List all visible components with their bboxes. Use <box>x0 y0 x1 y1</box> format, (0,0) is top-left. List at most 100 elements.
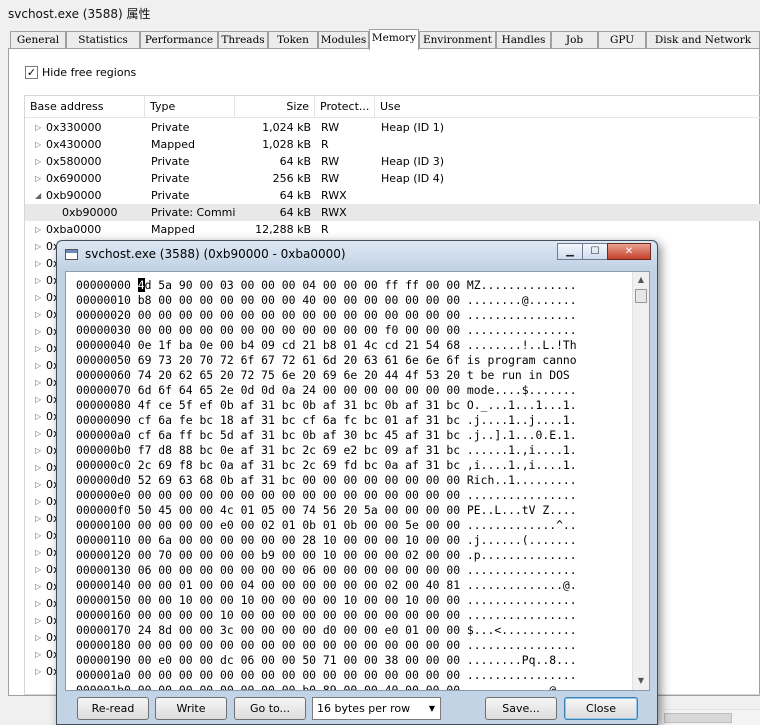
hex-line[interactable]: 00000130 06 00 00 00 00 00 00 00 06 00 0… <box>76 563 577 578</box>
hex-bytes[interactable]: cf 6a fe bc 18 af 31 bc cf 6a fc bc 01 a… <box>138 413 460 427</box>
expand-arrow-icon[interactable]: ▷ <box>35 255 45 272</box>
bytes-per-row-select[interactable]: 16 bytes per row ▼ <box>312 697 441 720</box>
hex-bytes[interactable]: 00 e0 00 00 dc 06 00 00 50 71 00 00 38 0… <box>138 653 460 667</box>
hex-bytes[interactable]: 00 6a 00 00 00 00 00 00 28 10 00 00 00 1… <box>138 533 460 547</box>
maximize-icon[interactable]: ☐ <box>582 243 608 260</box>
hex-line[interactable]: 00000190 00 e0 00 00 dc 06 00 00 50 71 0… <box>76 653 577 668</box>
expand-arrow-icon[interactable]: ▷ <box>35 578 45 595</box>
expand-arrow-icon[interactable]: ▷ <box>35 119 45 136</box>
tab-job[interactable]: Job <box>551 31 598 49</box>
tab-statistics[interactable]: Statistics <box>66 31 140 49</box>
hex-line[interactable]: 000000d0 52 69 63 68 0b af 31 bc 00 00 0… <box>76 473 577 488</box>
tab-performance[interactable]: Performance <box>140 31 218 49</box>
hex-line[interactable]: 000000c0 2c 69 f8 bc 0a af 31 bc 2c 69 f… <box>76 458 577 473</box>
hex-bytes[interactable]: 50 45 00 00 4c 01 05 00 74 56 20 5a 00 0… <box>138 503 460 517</box>
hex-line[interactable]: 00000100 00 00 00 00 e0 00 02 01 0b 01 0… <box>76 518 577 533</box>
column-size[interactable]: Size <box>235 96 315 118</box>
tab-disk-and-network[interactable]: Disk and Network <box>646 31 760 49</box>
hex-line[interactable]: 000000e0 00 00 00 00 00 00 00 00 00 00 0… <box>76 488 577 503</box>
column-use[interactable]: Use <box>375 96 760 118</box>
table-row[interactable]: 0xb90000 Private: Commit 64 kB RWX <box>25 204 760 221</box>
hex-bytes[interactable]: 24 8d 00 00 3c 00 00 00 00 d0 00 00 e0 0… <box>138 623 460 637</box>
hex-line[interactable]: 00000030 00 00 00 00 00 00 00 00 00 00 0… <box>76 323 577 338</box>
table-row[interactable]: ▷ 0x430000 Mapped 1,028 kB R <box>25 136 760 153</box>
column-type[interactable]: Type <box>145 96 235 118</box>
expand-arrow-icon[interactable]: ▷ <box>35 612 45 629</box>
hex-bytes[interactable]: 06 00 00 00 00 00 00 00 06 00 00 00 00 0… <box>138 563 460 577</box>
hex-line[interactable]: 000001a0 00 00 00 00 00 00 00 00 00 00 0… <box>76 668 577 683</box>
write-button[interactable]: Write <box>155 697 227 720</box>
expand-arrow-icon[interactable]: ▷ <box>35 170 45 187</box>
expand-arrow-icon[interactable]: ▷ <box>35 663 45 680</box>
hex-bytes[interactable]: 00 00 00 00 00 00 00 00 00 00 00 00 00 0… <box>138 668 460 682</box>
expand-arrow-icon[interactable]: ▷ <box>35 629 45 646</box>
hex-line[interactable]: 00000150 00 00 10 00 00 10 00 00 00 00 1… <box>76 593 577 608</box>
hex-bytes[interactable]: 00 00 10 00 00 10 00 00 00 00 10 00 00 1… <box>138 593 460 607</box>
tab-modules[interactable]: Modules <box>318 31 369 49</box>
hex-bytes[interactable]: 69 73 20 70 72 6f 67 72 61 6d 20 63 61 6… <box>138 353 460 367</box>
expand-arrow-icon[interactable]: ▷ <box>35 221 45 238</box>
hex-line[interactable]: 00000180 00 00 00 00 00 00 00 00 00 00 0… <box>76 638 577 653</box>
hex-bytes[interactable]: 2c 69 f8 bc 0a af 31 bc 2c 69 fd bc 0a a… <box>138 458 460 472</box>
hex-bytes[interactable]: 00 00 01 00 00 04 00 00 00 00 00 00 02 0… <box>138 578 460 592</box>
hex-bytes[interactable]: 6d 6f 64 65 2e 0d 0d 0a 24 00 00 00 00 0… <box>138 383 460 397</box>
scrollbar-thumb[interactable] <box>635 289 647 303</box>
hex-bytes[interactable]: 00 00 00 00 00 00 00 00 00 00 00 00 00 0… <box>138 638 460 652</box>
hex-line[interactable]: 00000080 4f ce 5f ef 0b af 31 bc 0b af 3… <box>76 398 577 413</box>
scroll-down-icon[interactable]: ▼ <box>633 673 649 689</box>
tab-memory[interactable]: Memory <box>369 29 419 50</box>
hex-line[interactable]: 00000050 69 73 20 70 72 6f 67 72 61 6d 2… <box>76 353 577 368</box>
expand-arrow-icon[interactable]: ▷ <box>35 323 45 340</box>
expand-arrow-icon[interactable]: ▷ <box>35 493 45 510</box>
hex-line[interactable]: 000000b0 f7 d8 88 bc 0e af 31 bc 2c 69 e… <box>76 443 577 458</box>
hex-bytes[interactable]: 4f ce 5f ef 0b af 31 bc 0b af 31 bc 0b a… <box>138 398 460 412</box>
collapse-arrow-icon[interactable]: ◢ <box>35 187 45 204</box>
expand-arrow-icon[interactable]: ▷ <box>35 595 45 612</box>
hex-bytes[interactable]: b8 00 00 00 00 00 00 00 40 00 00 00 00 0… <box>138 293 460 307</box>
hex-line[interactable]: 000000a0 cf 6a ff bc 5d af 31 bc 0b af 3… <box>76 428 577 443</box>
hex-line[interactable]: 00000160 00 00 00 00 10 00 00 00 00 00 0… <box>76 608 577 623</box>
hex-bytes[interactable]: 00 00 00 00 10 00 00 00 00 00 00 00 00 0… <box>138 608 460 622</box>
expand-arrow-icon[interactable]: ▷ <box>35 527 45 544</box>
hex-line[interactable]: 00000000 4d 5a 90 00 03 00 00 00 04 00 0… <box>76 278 577 293</box>
hex-line[interactable]: 00000120 00 70 00 00 00 00 b9 00 00 10 0… <box>76 548 577 563</box>
expand-arrow-icon[interactable]: ▷ <box>35 476 45 493</box>
hex-bytes[interactable]: 00 00 00 00 00 00 00 00 00 00 00 00 00 0… <box>138 488 460 502</box>
close-button[interactable]: Close <box>564 697 638 720</box>
table-row[interactable]: ▷ 0x330000 Private 1,024 kB RW Heap (ID 1) <box>25 119 760 136</box>
dialog-title-bar[interactable]: svchost.exe (3588) (0xb90000 - 0xba0000)… <box>57 241 657 268</box>
hex-bytes[interactable]: 52 69 63 68 0b af 31 bc 00 00 00 00 00 0… <box>138 473 460 487</box>
hex-line[interactable]: 00000070 6d 6f 64 65 2e 0d 0d 0a 24 00 0… <box>76 383 577 398</box>
expand-arrow-icon[interactable]: ▷ <box>35 646 45 663</box>
expand-arrow-icon[interactable]: ▷ <box>35 442 45 459</box>
scrollbar-thumb[interactable] <box>664 713 732 723</box>
hex-bytes[interactable]: 00 00 00 00 00 00 00 00 b0 89 00 00 40 0… <box>138 683 460 690</box>
hex-line[interactable]: 00000140 00 00 01 00 00 04 00 00 00 00 0… <box>76 578 577 593</box>
expand-arrow-icon[interactable]: ▷ <box>35 289 45 306</box>
expand-arrow-icon[interactable]: ▷ <box>35 510 45 527</box>
expand-arrow-icon[interactable]: ▷ <box>35 425 45 442</box>
hex-line[interactable]: 00000040 0e 1f ba 0e 00 b4 09 cd 21 b8 0… <box>76 338 577 353</box>
hex-line[interactable]: 000000f0 50 45 00 00 4c 01 05 00 74 56 2… <box>76 503 577 518</box>
hex-line[interactable]: 00000110 00 6a 00 00 00 00 00 00 28 10 0… <box>76 533 577 548</box>
column-protection[interactable]: Protect... <box>315 96 375 118</box>
hex-line[interactable]: 00000060 74 20 62 65 20 72 75 6e 20 69 6… <box>76 368 577 383</box>
tab-gpu[interactable]: GPU <box>598 31 646 49</box>
hex-bytes[interactable]: 4d 5a 90 00 03 00 00 00 04 00 00 00 ff f… <box>137 278 460 292</box>
hex-bytes[interactable]: 74 20 62 65 20 72 75 6e 20 69 6e 20 44 4… <box>138 368 460 382</box>
hex-line[interactable]: 00000010 b8 00 00 00 00 00 00 00 40 00 0… <box>76 293 577 308</box>
expand-arrow-icon[interactable]: ▷ <box>35 561 45 578</box>
tab-token[interactable]: Token <box>268 31 318 49</box>
expand-arrow-icon[interactable]: ▷ <box>35 357 45 374</box>
expand-arrow-icon[interactable]: ▷ <box>35 272 45 289</box>
expand-arrow-icon[interactable]: ▷ <box>35 306 45 323</box>
hex-bytes[interactable]: 00 00 00 00 00 00 00 00 00 00 00 00 00 0… <box>138 308 460 322</box>
horizontal-scrollbar[interactable] <box>664 709 760 725</box>
hex-line[interactable]: 00000170 24 8d 00 00 3c 00 00 00 00 d0 0… <box>76 623 577 638</box>
hex-line[interactable]: 00000020 00 00 00 00 00 00 00 00 00 00 0… <box>76 308 577 323</box>
hex-line[interactable]: 00000090 cf 6a fe bc 18 af 31 bc cf 6a f… <box>76 413 577 428</box>
hex-line[interactable]: 000001b0 00 00 00 00 00 00 00 00 b0 89 0… <box>76 683 577 690</box>
tab-environment[interactable]: Environment <box>419 31 496 49</box>
expand-arrow-icon[interactable]: ▷ <box>35 391 45 408</box>
expand-arrow-icon[interactable]: ▷ <box>35 153 45 170</box>
